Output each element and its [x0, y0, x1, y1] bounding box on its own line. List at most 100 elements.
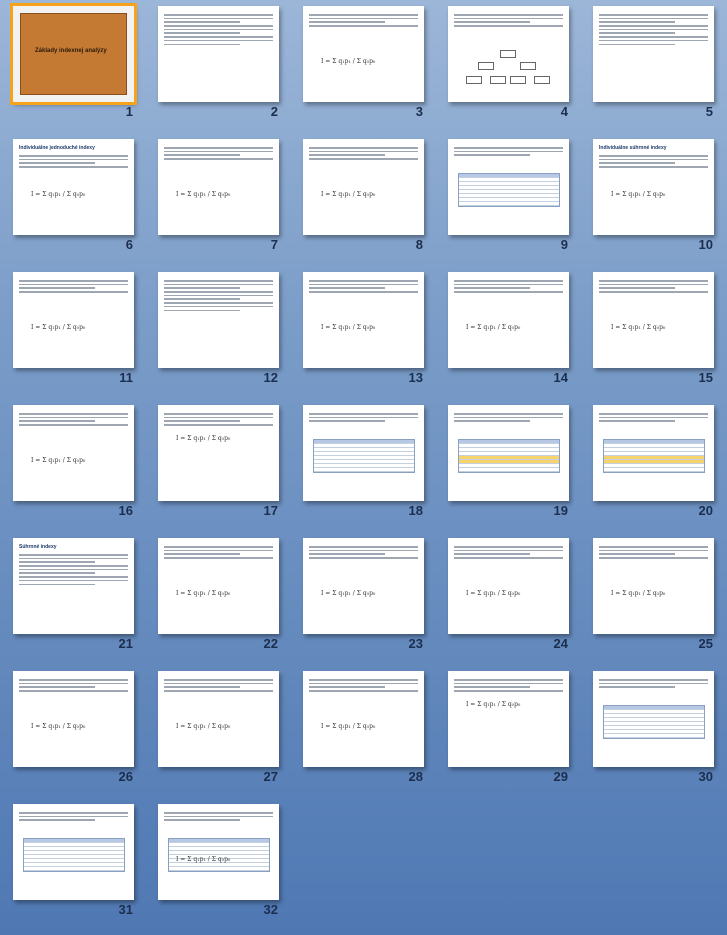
- slide-thumbnail-32[interactable]: I = Σ q₁p₁ / Σ q₀p₀ 32: [145, 798, 290, 931]
- slide-thumbnail-3[interactable]: I = Σ q₁p₁ / Σ q₀p₀ 3: [290, 0, 435, 133]
- slide-preview[interactable]: I = Σ q₁p₁ / Σ q₀p₀: [158, 671, 279, 767]
- slide-number: 27: [263, 769, 278, 784]
- slide-thumbnail-4[interactable]: 4: [435, 0, 580, 133]
- slide-thumbnail-10[interactable]: Individuálne súhrnné indexy I = Σ q₁p₁ / …: [580, 133, 725, 266]
- slide-preview[interactable]: [448, 6, 569, 102]
- slide-formula: I = Σ q₁p₁ / Σ q₀p₀: [31, 324, 86, 331]
- slide-thumbnail-22[interactable]: I = Σ q₁p₁ / Σ q₀p₀ 22: [145, 532, 290, 665]
- slide-thumbnail-15[interactable]: I = Σ q₁p₁ / Σ q₀p₀ 15: [580, 266, 725, 399]
- slide-formula: I = Σ q₁p₁ / Σ q₀p₀: [466, 590, 521, 597]
- slide-number: 14: [553, 370, 568, 385]
- slide-thumbnail-27[interactable]: I = Σ q₁p₁ / Σ q₀p₀ 27: [145, 665, 290, 798]
- slide-preview[interactable]: I = Σ q₁p₁ / Σ q₀p₀: [593, 538, 714, 634]
- slide-formula: I = Σ q₁p₁ / Σ q₀p₀: [466, 701, 521, 708]
- slide-preview[interactable]: [158, 272, 279, 368]
- slide-thumbnail-6[interactable]: Individuálne jednoduché indexy I = Σ q₁p₁…: [0, 133, 145, 266]
- slide-preview[interactable]: [448, 405, 569, 501]
- slide-formula: I = Σ q₁p₁ / Σ q₀p₀: [176, 590, 231, 597]
- slide-number: 7: [270, 237, 278, 252]
- slide-formula: I = Σ q₁p₁ / Σ q₀p₀: [176, 723, 231, 730]
- slide-body-text: [19, 413, 128, 428]
- slide-body-text: [454, 679, 563, 694]
- slide-thumbnail-30[interactable]: 30: [580, 665, 725, 798]
- slide-formula: I = Σ q₁p₁ / Σ q₀p₀: [321, 723, 376, 730]
- slide-preview[interactable]: I = Σ q₁p₁ / Σ q₀p₀: [303, 671, 424, 767]
- slide-thumbnail-2[interactable]: 2: [145, 0, 290, 133]
- slide-table: [458, 173, 560, 207]
- slide-thumbnail-1[interactable]: Základy indexnej analýzy 1: [0, 0, 145, 133]
- diagram-node: [466, 76, 482, 84]
- slide-preview[interactable]: [303, 405, 424, 501]
- slide-preview[interactable]: Individuálne jednoduché indexy I = Σ q₁p₁…: [13, 139, 134, 235]
- slide-thumbnail-21[interactable]: Súhrnné indexy 21: [0, 532, 145, 665]
- slide-body-text: [19, 280, 128, 295]
- slide-thumbnail-29[interactable]: I = Σ q₁p₁ / Σ q₀p₀ 29: [435, 665, 580, 798]
- slide-number: 32: [263, 902, 278, 917]
- slide-thumbnail-28[interactable]: I = Σ q₁p₁ / Σ q₀p₀ 28: [290, 665, 435, 798]
- slide-table: [23, 838, 125, 872]
- slide-thumbnail-14[interactable]: I = Σ q₁p₁ / Σ q₀p₀ 14: [435, 266, 580, 399]
- slide-thumbnail-11[interactable]: I = Σ q₁p₁ / Σ q₀p₀ 11: [0, 266, 145, 399]
- slide-preview[interactable]: Súhrnné indexy: [13, 538, 134, 634]
- slide-preview[interactable]: [593, 671, 714, 767]
- slide-formula: I = Σ q₁p₁ / Σ q₀p₀: [321, 590, 376, 597]
- slide-body-text: [164, 413, 273, 428]
- slide-number: 30: [698, 769, 713, 784]
- slide-preview[interactable]: I = Σ q₁p₁ / Σ q₀p₀: [13, 671, 134, 767]
- slide-thumbnail-8[interactable]: I = Σ q₁p₁ / Σ q₀p₀ 8: [290, 133, 435, 266]
- slide-thumbnail-24[interactable]: I = Σ q₁p₁ / Σ q₀p₀ 24: [435, 532, 580, 665]
- slide-thumbnail-16[interactable]: I = Σ q₁p₁ / Σ q₀p₀ 16: [0, 399, 145, 532]
- slide-number: 6: [125, 237, 133, 252]
- slide-preview[interactable]: I = Σ q₁p₁ / Σ q₀p₀: [13, 272, 134, 368]
- slide-thumbnail-20[interactable]: 20: [580, 399, 725, 532]
- slide-thumbnail-19[interactable]: 19: [435, 399, 580, 532]
- slide-preview[interactable]: [593, 6, 714, 102]
- slide-thumbnail-25[interactable]: I = Σ q₁p₁ / Σ q₀p₀ 25: [580, 532, 725, 665]
- slide-preview[interactable]: Základy indexnej analýzy: [10, 3, 137, 105]
- slide-body-text: [309, 280, 418, 295]
- slide-preview[interactable]: I = Σ q₁p₁ / Σ q₀p₀: [303, 139, 424, 235]
- slide-preview[interactable]: I = Σ q₁p₁ / Σ q₀p₀: [303, 538, 424, 634]
- slide-body-text: [309, 147, 418, 162]
- slide-thumbnail-18[interactable]: 18: [290, 399, 435, 532]
- slide-thumbnail-31[interactable]: 31: [0, 798, 145, 931]
- slide-sorter-grid: Základy indexnej analýzy 1 2 I = Σ q₁p₁ / Σ…: [0, 0, 727, 935]
- slide-body-text: [164, 280, 273, 313]
- slide-thumbnail-13[interactable]: I = Σ q₁p₁ / Σ q₀p₀ 13: [290, 266, 435, 399]
- slide-preview[interactable]: I = Σ q₁p₁ / Σ q₀p₀: [593, 272, 714, 368]
- slide-preview[interactable]: I = Σ q₁p₁ / Σ q₀p₀: [448, 671, 569, 767]
- slide-thumbnail-17[interactable]: I = Σ q₁p₁ / Σ q₀p₀ 17: [145, 399, 290, 532]
- slide-body-text: [19, 155, 128, 170]
- slide-formula: I = Σ q₁p₁ / Σ q₀p₀: [466, 324, 521, 331]
- slide-preview[interactable]: I = Σ q₁p₁ / Σ q₀p₀: [448, 272, 569, 368]
- slide-preview[interactable]: [13, 804, 134, 900]
- slide-formula: I = Σ q₁p₁ / Σ q₀p₀: [176, 435, 231, 442]
- slide-body-text: [454, 14, 563, 29]
- slide-thumbnail-23[interactable]: I = Σ q₁p₁ / Σ q₀p₀ 23: [290, 532, 435, 665]
- slide-number: 24: [553, 636, 568, 651]
- slide-preview[interactable]: I = Σ q₁p₁ / Σ q₀p₀: [158, 538, 279, 634]
- slide-thumbnail-12[interactable]: 12: [145, 266, 290, 399]
- slide-formula: I = Σ q₁p₁ / Σ q₀p₀: [321, 324, 376, 331]
- slide-body-text: [164, 147, 273, 162]
- slide-preview[interactable]: I = Σ q₁p₁ / Σ q₀p₀: [13, 405, 134, 501]
- slide-preview[interactable]: [158, 6, 279, 102]
- slide-preview[interactable]: [593, 405, 714, 501]
- slide-preview[interactable]: I = Σ q₁p₁ / Σ q₀p₀: [303, 272, 424, 368]
- slide-thumbnail-7[interactable]: I = Σ q₁p₁ / Σ q₀p₀ 7: [145, 133, 290, 266]
- slide-thumbnail-9[interactable]: 9: [435, 133, 580, 266]
- slide-preview[interactable]: Individuálne súhrnné indexy I = Σ q₁p₁ / …: [593, 139, 714, 235]
- slide-number: 13: [408, 370, 423, 385]
- slide-body-text: [599, 14, 708, 47]
- slide-preview[interactable]: I = Σ q₁p₁ / Σ q₀p₀: [448, 538, 569, 634]
- slide-preview[interactable]: [448, 139, 569, 235]
- slide-thumbnail-5[interactable]: 5: [580, 0, 725, 133]
- slide-preview[interactable]: I = Σ q₁p₁ / Σ q₀p₀: [158, 139, 279, 235]
- slide-preview[interactable]: I = Σ q₁p₁ / Σ q₀p₀: [158, 405, 279, 501]
- diagram-node: [478, 62, 494, 70]
- slide-body-text: [454, 546, 563, 561]
- slide-body-text: [309, 14, 418, 29]
- slide-thumbnail-26[interactable]: I = Σ q₁p₁ / Σ q₀p₀ 26: [0, 665, 145, 798]
- slide-preview[interactable]: I = Σ q₁p₁ / Σ q₀p₀: [158, 804, 279, 900]
- slide-preview[interactable]: I = Σ q₁p₁ / Σ q₀p₀: [303, 6, 424, 102]
